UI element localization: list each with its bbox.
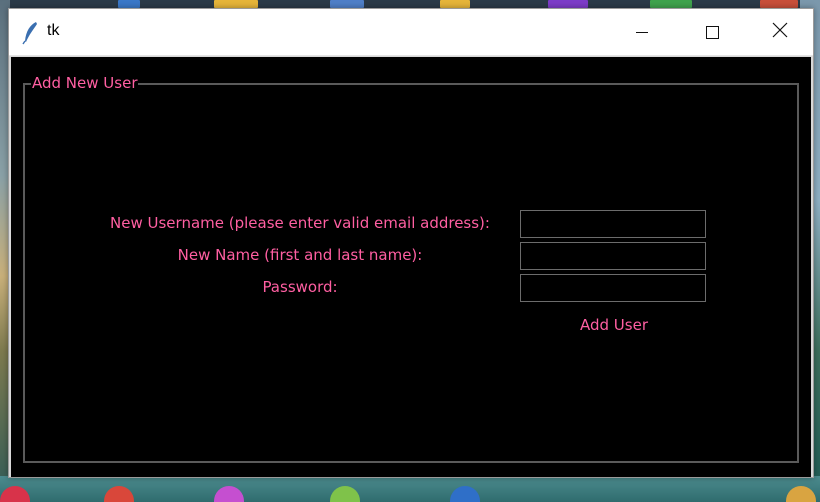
add-user-frame: [23, 83, 799, 463]
password-input[interactable]: [520, 274, 706, 302]
minimize-icon: [636, 31, 648, 33]
form-area: Add New User New Username (please enter …: [11, 57, 811, 477]
desktop-bottom-strip: [0, 476, 820, 502]
username-input[interactable]: [520, 210, 706, 238]
maximize-icon: [705, 25, 719, 39]
desktop-icon: [330, 0, 364, 8]
minimize-button[interactable]: [619, 9, 665, 55]
password-label: Password:: [262, 278, 338, 296]
desktop-icon: [450, 486, 480, 502]
feather-icon: [21, 21, 41, 45]
title-bar[interactable]: tk: [9, 9, 813, 56]
close-icon: [772, 22, 788, 42]
username-label: New Username (please enter valid email a…: [110, 214, 490, 232]
desktop-icon: [214, 486, 244, 502]
desktop-icon: [118, 0, 140, 8]
name-input[interactable]: [520, 242, 706, 270]
tk-window: tk Add New User New Username (please ent…: [8, 8, 814, 478]
desktop-icon: [104, 486, 134, 502]
desktop-icon: [214, 0, 258, 8]
close-button[interactable]: [757, 9, 803, 55]
desktop-icon: [330, 486, 360, 502]
desktop-icon: [440, 0, 470, 8]
add-user-button[interactable]: Add User: [571, 313, 657, 337]
desktop-icon: [0, 486, 30, 502]
maximize-button[interactable]: [689, 9, 735, 55]
desktop-icon: [650, 0, 692, 8]
top-bar: [11, 57, 811, 69]
desktop-icon: [548, 0, 588, 8]
window-title: tk: [47, 22, 60, 39]
desktop-icon: [760, 0, 798, 8]
desktop-icon: [786, 486, 816, 502]
name-label: New Name (first and last name):: [177, 246, 423, 264]
frame-title: Add New User: [31, 73, 139, 93]
